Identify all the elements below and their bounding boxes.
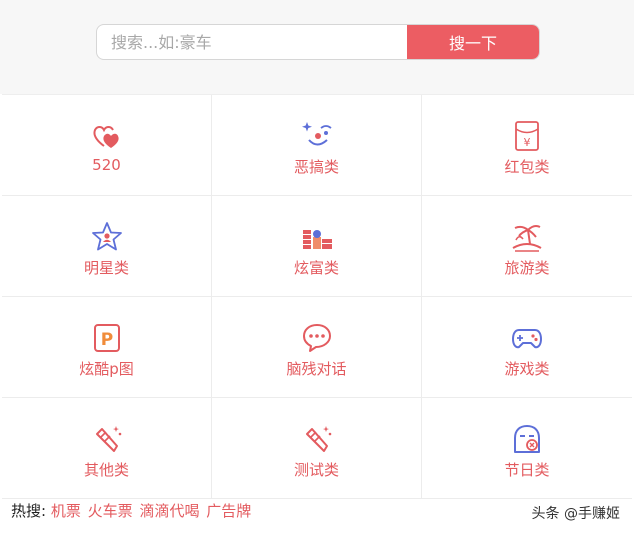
clown-face-icon: [300, 119, 334, 153]
search-box: 搜一下: [96, 24, 540, 60]
festival-mask-icon: [510, 422, 544, 456]
category-item-test[interactable]: 测试类: [212, 398, 422, 499]
hot-search-bar: 热搜: 机票 火车票 滴滴代喝 广告牌: [11, 500, 253, 521]
category-item-travel[interactable]: 旅游类: [422, 196, 632, 297]
category-grid: 520 恶搞类 ¥ 红包类 明星类 炫富类 旅游类 P 炫酷p图 脑残对话 游戏…: [2, 94, 634, 499]
hot-link-billboard[interactable]: 广告牌: [206, 502, 251, 520]
category-label: 红包类: [504, 158, 550, 176]
category-item-prank[interactable]: 恶搞类: [212, 95, 422, 196]
search-input[interactable]: [97, 25, 423, 59]
beach-palm-icon: [510, 220, 544, 254]
hearts-icon: [90, 119, 124, 153]
category-label: 炫富类: [293, 259, 339, 277]
star-person-icon: [90, 220, 124, 254]
hot-link-flight-ticket[interactable]: 机票: [51, 502, 81, 520]
category-label: 测试类: [293, 461, 339, 479]
gamepad-icon: [510, 321, 544, 355]
svg-text:¥: ¥: [524, 136, 531, 149]
money-stack-icon: [300, 220, 334, 254]
category-label: 旅游类: [504, 259, 550, 277]
category-item-520[interactable]: 520: [2, 95, 212, 196]
category-item-cool-p-photo[interactable]: P 炫酷p图: [2, 297, 212, 398]
category-label: 炫酷p图: [79, 360, 134, 378]
category-label: 恶搞类: [293, 158, 339, 176]
category-label: 明星类: [83, 259, 129, 277]
p-photo-icon: P: [90, 321, 124, 355]
pen-sparkle-icon: [90, 422, 124, 456]
category-label: 520: [92, 156, 121, 174]
category-label: 游戏类: [504, 360, 550, 378]
category-item-other[interactable]: 其他类: [2, 398, 212, 499]
watermark: 头条 @手赚姬: [531, 506, 620, 522]
hot-search-label: 热搜:: [11, 502, 47, 520]
category-item-show-wealth[interactable]: 炫富类: [212, 196, 422, 297]
red-envelope-icon: ¥: [510, 119, 544, 153]
category-label: 其他类: [83, 461, 129, 479]
search-button[interactable]: 搜一下: [407, 25, 539, 59]
category-item-red-envelope[interactable]: ¥ 红包类: [422, 95, 632, 196]
svg-text:P: P: [100, 330, 112, 350]
category-label: 脑残对话: [286, 360, 347, 378]
category-item-festival[interactable]: 节日类: [422, 398, 632, 499]
category-item-silly-chat[interactable]: 脑残对话: [212, 297, 422, 398]
search-area: 搜一下: [0, 0, 634, 94]
category-item-celebrity[interactable]: 明星类: [2, 196, 212, 297]
hot-link-train-ticket[interactable]: 火车票: [88, 502, 133, 520]
hot-link-didi-driver[interactable]: 滴滴代喝: [139, 502, 199, 520]
chat-bubble-icon: [300, 321, 334, 355]
category-item-games[interactable]: 游戏类: [422, 297, 632, 398]
category-label: 节日类: [504, 461, 550, 479]
pen-sparkle-icon: [300, 422, 334, 456]
